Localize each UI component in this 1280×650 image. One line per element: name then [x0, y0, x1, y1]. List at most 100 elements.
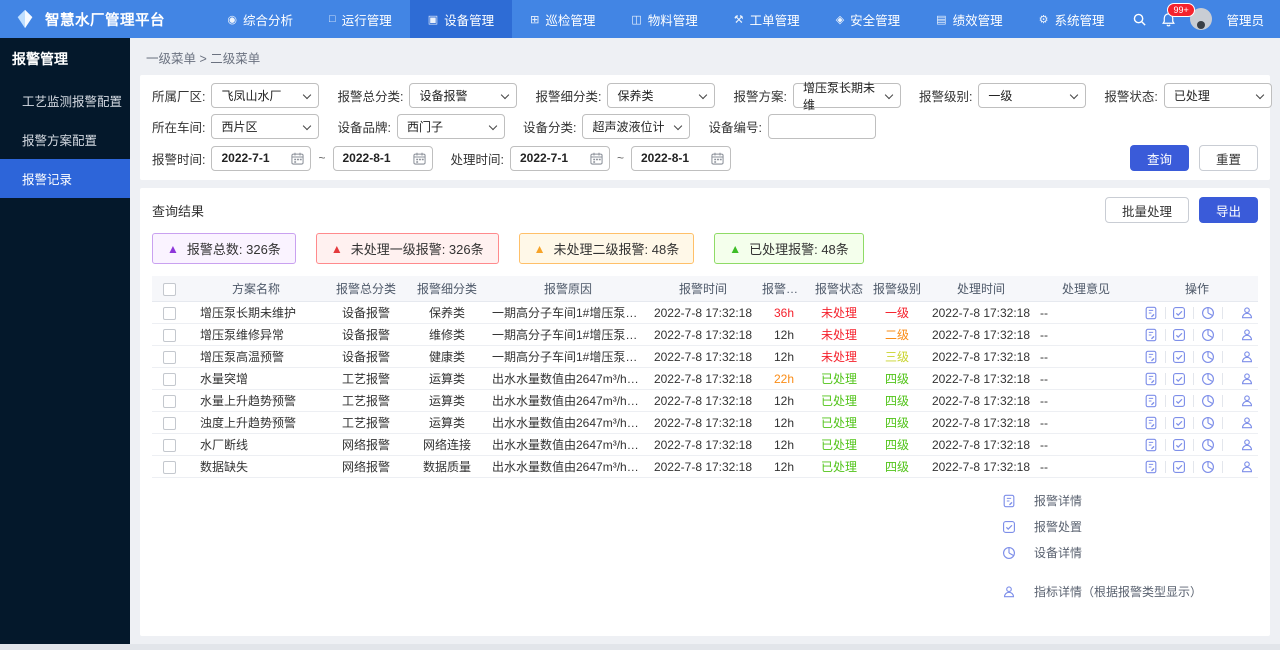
alarm-handle-button[interactable] [1172, 416, 1186, 430]
select-报警总分类[interactable]: 设备报警 [409, 83, 518, 108]
cell-level: 四级 [884, 416, 909, 430]
row-checkbox[interactable] [162, 328, 176, 342]
device-detail-button[interactable] [1201, 306, 1215, 320]
cell-duration: 12h [773, 415, 795, 430]
select-报警方案[interactable]: 增压泵长期未维 [792, 81, 901, 112]
table-body: 增压泵长期未维护 设备报警 保养类 一期高分子车间1#增压泵超过300小时未维护… [152, 302, 1258, 478]
device-detail-button[interactable] [1201, 372, 1215, 386]
alarm-handle-button[interactable] [1172, 328, 1186, 342]
date-input-to[interactable]: 2022-8-1 [631, 145, 731, 171]
row-checkbox[interactable] [162, 350, 176, 364]
select-报警级别[interactable]: 一级 [978, 83, 1087, 108]
export-button[interactable]: 导出 [1198, 197, 1258, 223]
top-tools: 99+ 管理员 [1122, 0, 1280, 38]
cell-reason: 出水水量数值由2647m³/h增加到8457m³/h，突然增... [492, 394, 648, 408]
alarm-handle-button[interactable] [1172, 306, 1186, 320]
nav-item-安全管理[interactable]: ◈ 安全管理 [818, 0, 918, 38]
notification-bell[interactable]: 99+ [1161, 2, 1195, 27]
device-detail-button[interactable] [1201, 460, 1215, 474]
input-设备编号[interactable] [767, 114, 876, 139]
alarm-handle-button[interactable] [1172, 372, 1186, 386]
indicator-detail-button[interactable] [1240, 350, 1254, 364]
alarm-handle-button[interactable] [1172, 438, 1186, 452]
cell-operations [1136, 348, 1258, 366]
badge-text: 已处理报警: 48条 [749, 242, 849, 257]
alarm-detail-button[interactable] [1144, 372, 1158, 386]
device-detail-button[interactable] [1201, 328, 1215, 342]
indicator-detail-button[interactable] [1240, 438, 1254, 452]
nav-item-巡检管理[interactable]: ⊞ 巡检管理 [512, 0, 613, 38]
select-报警状态[interactable]: 已处理 [1163, 83, 1272, 108]
alarm-detail-button[interactable] [1144, 306, 1158, 320]
indicator-detail-button[interactable] [1240, 328, 1254, 342]
cell-category: 工艺报警 [341, 394, 390, 408]
nav-item-综合分析[interactable]: ◉ 综合分析 [209, 0, 311, 38]
select-all-checkbox[interactable] [162, 282, 176, 296]
indicator-detail-button[interactable] [1240, 372, 1254, 386]
alarm-handle-button[interactable] [1172, 460, 1186, 474]
nav-item-工单管理[interactable]: ⚒ 工单管理 [716, 0, 818, 38]
cell-reason: 出水水量数值由2647m³/h增加到8457m³/h，突然增... [492, 372, 648, 386]
nav-item-绩效管理[interactable]: ▤ 绩效管理 [918, 0, 1020, 38]
filter-group-设备分类: 设备分类: 超声波液位计 [523, 114, 691, 139]
select-value: 设备报警 [419, 89, 468, 103]
row-checkbox-cell [152, 325, 186, 343]
indicator-detail-button[interactable] [1240, 394, 1254, 408]
nav-item-运行管理[interactable]: □ 运行管理 [311, 0, 410, 38]
select-所属厂区[interactable]: 飞凤山水厂 [211, 83, 320, 108]
batch-handle-button[interactable]: 批量处理 [1104, 197, 1189, 223]
indicator-detail-icon [1002, 585, 1016, 599]
cell-category: 设备报警 [341, 328, 390, 342]
row-checkbox[interactable] [162, 416, 176, 430]
select-报警细分类[interactable]: 保养类 [607, 83, 716, 108]
select-所在车间[interactable]: 西片区 [211, 114, 320, 139]
indicator-detail-button[interactable] [1240, 416, 1254, 430]
cell-handle-time: 2022-7-8 17:32:18 [931, 415, 1031, 430]
alarm-detail-button[interactable] [1144, 460, 1158, 474]
search-button[interactable]: 查询 [1129, 145, 1189, 171]
indicator-detail-button[interactable] [1240, 306, 1254, 320]
chevron-down-icon [303, 90, 312, 100]
row-checkbox[interactable] [162, 372, 176, 386]
date-input-from[interactable]: 2022-7-1 [211, 145, 312, 171]
nav-item-系统管理[interactable]: ⚙ 系统管理 [1021, 0, 1123, 38]
warning-triangle-icon: ▲ [729, 241, 742, 256]
reset-button[interactable]: 重置 [1198, 145, 1258, 171]
legend-item: 报警详情 [1002, 492, 1212, 509]
search-icon[interactable] [1132, 12, 1147, 27]
device-detail-button[interactable] [1201, 350, 1215, 364]
select-设备分类[interactable]: 超声波液位计 [582, 114, 691, 139]
row-checkbox[interactable] [162, 306, 176, 320]
alarm-detail-button[interactable] [1144, 328, 1158, 342]
alarm-detail-button[interactable] [1144, 350, 1158, 364]
date-input-from[interactable]: 2022-7-1 [509, 145, 610, 171]
row-checkbox[interactable] [162, 394, 176, 408]
alarm-detail-button[interactable] [1144, 416, 1158, 430]
device-detail-button[interactable] [1201, 416, 1215, 430]
user-name[interactable]: 管理员 [1226, 10, 1264, 29]
alarm-detail-button[interactable] [1144, 394, 1158, 408]
device-detail-button[interactable] [1201, 394, 1215, 408]
sidebar-item-报警方案配置[interactable]: 报警方案配置 [0, 120, 130, 159]
cell-plan-name: 增压泵维修异常 [200, 328, 285, 342]
date-value: 2022-8-1 [641, 151, 690, 165]
cell-level: 四级 [884, 372, 909, 386]
nav-item-设备管理[interactable]: ▣ 设备管理 [409, 0, 513, 38]
sidebar-item-工艺监测报警配置[interactable]: 工艺监测报警配置 [0, 81, 130, 120]
sidebar-item-报警记录[interactable]: 报警记录 [0, 159, 130, 198]
filter-label: 报警方案: [733, 90, 787, 104]
alarm-handle-button[interactable] [1172, 350, 1186, 364]
top-nav: ◉ 综合分析 □ 运行管理 ▣ 设备管理 ⊞ 巡检管理 ◫ 物料管理 ⚒ 工单管理 ◈ 安全管理 ▤ 绩效管理… [209, 0, 1122, 38]
cell-alarm-time: 2022-7-8 17:32:18 [653, 327, 753, 342]
indicator-detail-button[interactable] [1240, 460, 1254, 474]
cell-reason: 出水水量数值由2647m³/h增加到8457m³/h，突然增... [492, 460, 648, 474]
legend-item: 设备详情 [1002, 544, 1212, 561]
date-input-to[interactable]: 2022-8-1 [332, 145, 433, 171]
alarm-detail-button[interactable] [1144, 438, 1158, 452]
row-checkbox[interactable] [162, 438, 176, 452]
row-checkbox[interactable] [162, 460, 176, 474]
alarm-handle-button[interactable] [1172, 394, 1186, 408]
device-detail-button[interactable] [1201, 438, 1215, 452]
select-设备品牌[interactable]: 西门子 [396, 114, 505, 139]
nav-item-物料管理[interactable]: ◫ 物料管理 [613, 0, 715, 38]
